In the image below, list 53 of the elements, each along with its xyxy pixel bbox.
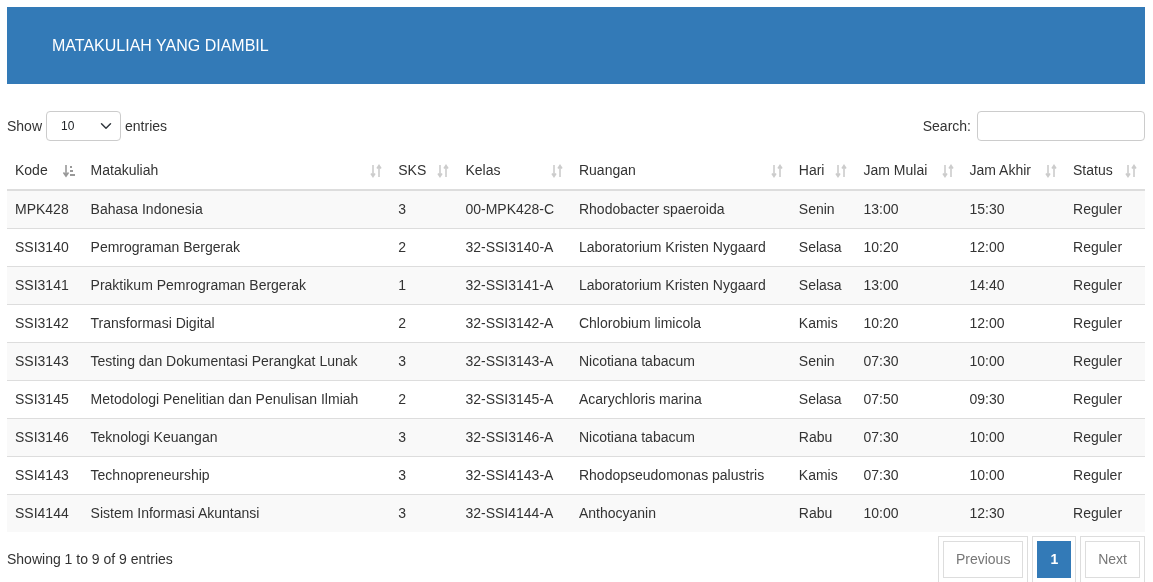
table-cell: Nicotiana tabacum (570, 418, 791, 457)
table-cell: Reguler (1065, 266, 1145, 305)
table-cell: 07:30 (855, 342, 962, 381)
table-cell: Teknologi Keuangan (82, 418, 391, 457)
table-cell: 3 (390, 494, 458, 532)
table-cell: 12:30 (961, 494, 1065, 532)
table-cell: Senin (790, 342, 856, 381)
table-cell: SSI3141 (7, 266, 83, 305)
table-cell: Nicotiana tabacum (570, 342, 791, 381)
table-cell: Selasa (790, 266, 856, 305)
table-cell: Laboratorium Kristen Nygaard (570, 266, 791, 305)
table-cell: 3 (390, 190, 458, 229)
table-cell: Rabu (790, 418, 856, 457)
table-cell: 10:00 (961, 418, 1065, 457)
table-cell: Sistem Informasi Akuntansi (82, 494, 391, 532)
table-cell: MPK428 (7, 190, 83, 229)
table-cell: 00-MPK428-C (457, 190, 571, 229)
table-cell: Senin (790, 190, 856, 229)
table-cell: Reguler (1065, 190, 1145, 229)
table-cell: Testing dan Dokumentasi Perangkat Lunak (82, 342, 391, 381)
table-cell: SSI3143 (7, 342, 83, 381)
table-cell: 32-SSI3143-A (457, 342, 571, 381)
table-cell: 3 (390, 418, 458, 457)
table-cell: 07:30 (855, 418, 962, 457)
table-cell: SSI3146 (7, 418, 83, 457)
table-cell: SSI4144 (7, 494, 83, 532)
table-cell: Bahasa Indonesia (82, 190, 391, 229)
table-cell: 13:00 (855, 190, 962, 229)
table-cell: Reguler (1065, 418, 1145, 457)
table-cell: Rabu (790, 494, 856, 532)
table-cell: Rhodobacter spaeroida (570, 190, 791, 229)
table-cell: 1 (390, 266, 458, 305)
table-cell: Anthocyanin (570, 494, 791, 532)
table-cell: 15:30 (961, 190, 1065, 229)
show-label: Show (7, 116, 43, 136)
table-cell: 13:00 (855, 266, 962, 305)
table-cell: Praktikum Pemrograman Bergerak (82, 266, 391, 305)
page-title: MATAKULIAH YANG DIAMBIL (52, 35, 269, 56)
table-cell: 10:00 (855, 494, 962, 532)
table-cell: 32-SSI3141-A (457, 266, 571, 305)
entries-label: entries (125, 116, 168, 136)
table-cell: 14:40 (961, 266, 1065, 305)
search-field[interactable] (977, 111, 1145, 141)
entries-info: Showing 1 to 9 of 9 entries (7, 550, 173, 569)
table-cell: Reguler (1065, 342, 1145, 381)
table-cell: 32-SSI3146-A (457, 418, 571, 457)
search-label: Search: (922, 116, 971, 136)
table-cell: 3 (390, 342, 458, 381)
table-cell: Reguler (1065, 494, 1145, 532)
page-button[interactable]: 1 (1037, 541, 1072, 578)
table-cell: 10:00 (961, 342, 1065, 381)
entries-select[interactable]: 10 (46, 111, 122, 141)
table-cell: 32-SSI4144-A (457, 494, 571, 532)
